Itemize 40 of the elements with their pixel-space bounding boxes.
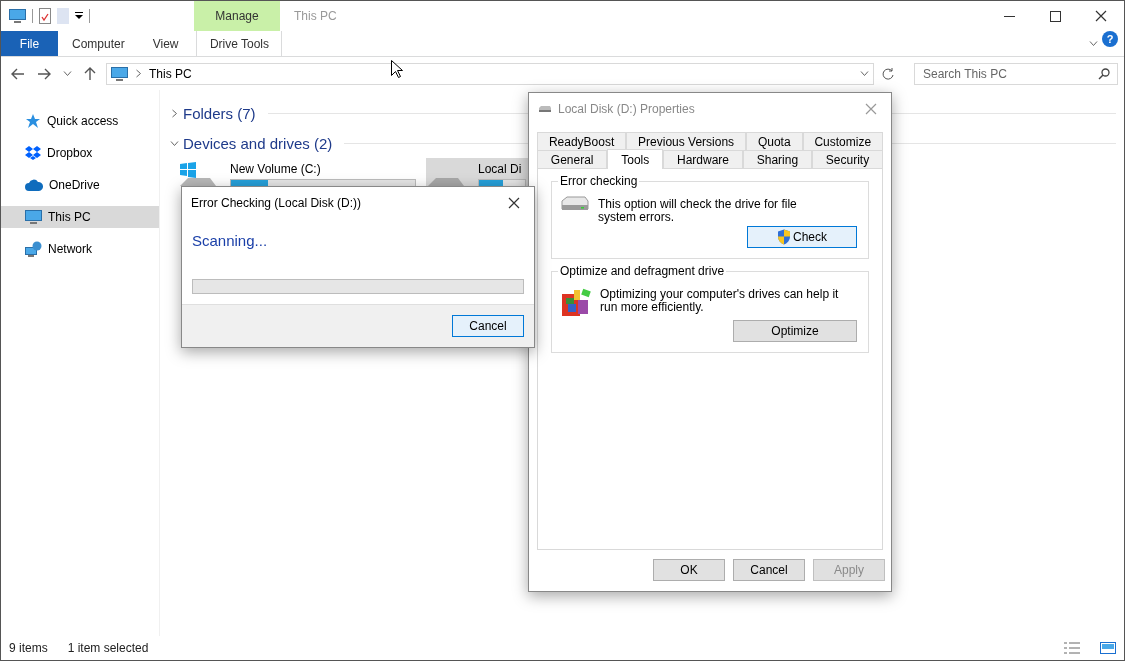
dialog-tab[interactable]: Hardware	[663, 150, 743, 168]
address-path: This PC	[149, 66, 192, 81]
ribbon-tab[interactable]: Drive Tools	[196, 31, 283, 56]
dialog-tab[interactable]: ReadyBoost	[537, 132, 627, 150]
section-description: This option will check the drive for file system errors.	[598, 198, 798, 224]
ribbon-tab[interactable]: File	[1, 31, 58, 56]
dialog-tab[interactable]: Customize	[802, 132, 883, 150]
cancel-button[interactable]: Cancel	[452, 315, 524, 337]
help-button[interactable]: ?	[1102, 31, 1118, 47]
drive-name: New Volume (C:)	[230, 162, 322, 176]
dialog-tab[interactable]: Tools	[607, 149, 664, 169]
dialog-tab[interactable]: Quota	[746, 132, 803, 150]
section-description: Optimizing your computer's drives can help it run more efficiently.	[600, 288, 840, 314]
sidebar-item[interactable]: This PC	[1, 206, 159, 228]
group-box-title: Optimize and defragment drive	[558, 264, 727, 278]
dialog-tab[interactable]: Sharing	[742, 150, 812, 168]
dialog-title: Error Checking (Local Disk (D:))	[191, 195, 363, 210]
dialog-tab[interactable]: General	[537, 150, 608, 168]
sidebar-item[interactable]: Network	[1, 238, 159, 260]
dialog-button[interactable]: OK	[653, 559, 725, 581]
group-box-title: Error checking	[558, 174, 640, 188]
drive-name: Local Di	[478, 162, 523, 176]
group-heading[interactable]: Folders (7)	[183, 104, 256, 122]
section-action-button[interactable]: Optimize	[733, 320, 857, 342]
contextual-tab-group: Manage	[194, 1, 280, 31]
dialog-title: Local Disk (D:) Properties	[558, 101, 696, 116]
address-bar[interactable]: This PC	[106, 62, 874, 85]
dialog-tab[interactable]: Security	[811, 150, 883, 168]
scanning-status: Scanning...	[191, 231, 269, 251]
selection-count: 1 item selected	[67, 641, 149, 655]
group-heading[interactable]: Devices and drives (2)	[183, 134, 333, 152]
dialog-button[interactable]: Cancel	[733, 559, 805, 581]
sidebar-item[interactable]: Dropbox	[1, 142, 159, 164]
sidebar-item[interactable]: OneDrive	[1, 174, 159, 196]
window-title: This PC	[294, 8, 338, 25]
section-action-button[interactable]: Check	[747, 226, 857, 248]
sidebar-item[interactable]: Quick access	[1, 110, 159, 132]
search-field[interactable]: Search This PC	[914, 62, 1118, 85]
dialog-tab[interactable]: Previous Versions	[626, 132, 746, 150]
item-count: 9 items	[9, 641, 48, 655]
